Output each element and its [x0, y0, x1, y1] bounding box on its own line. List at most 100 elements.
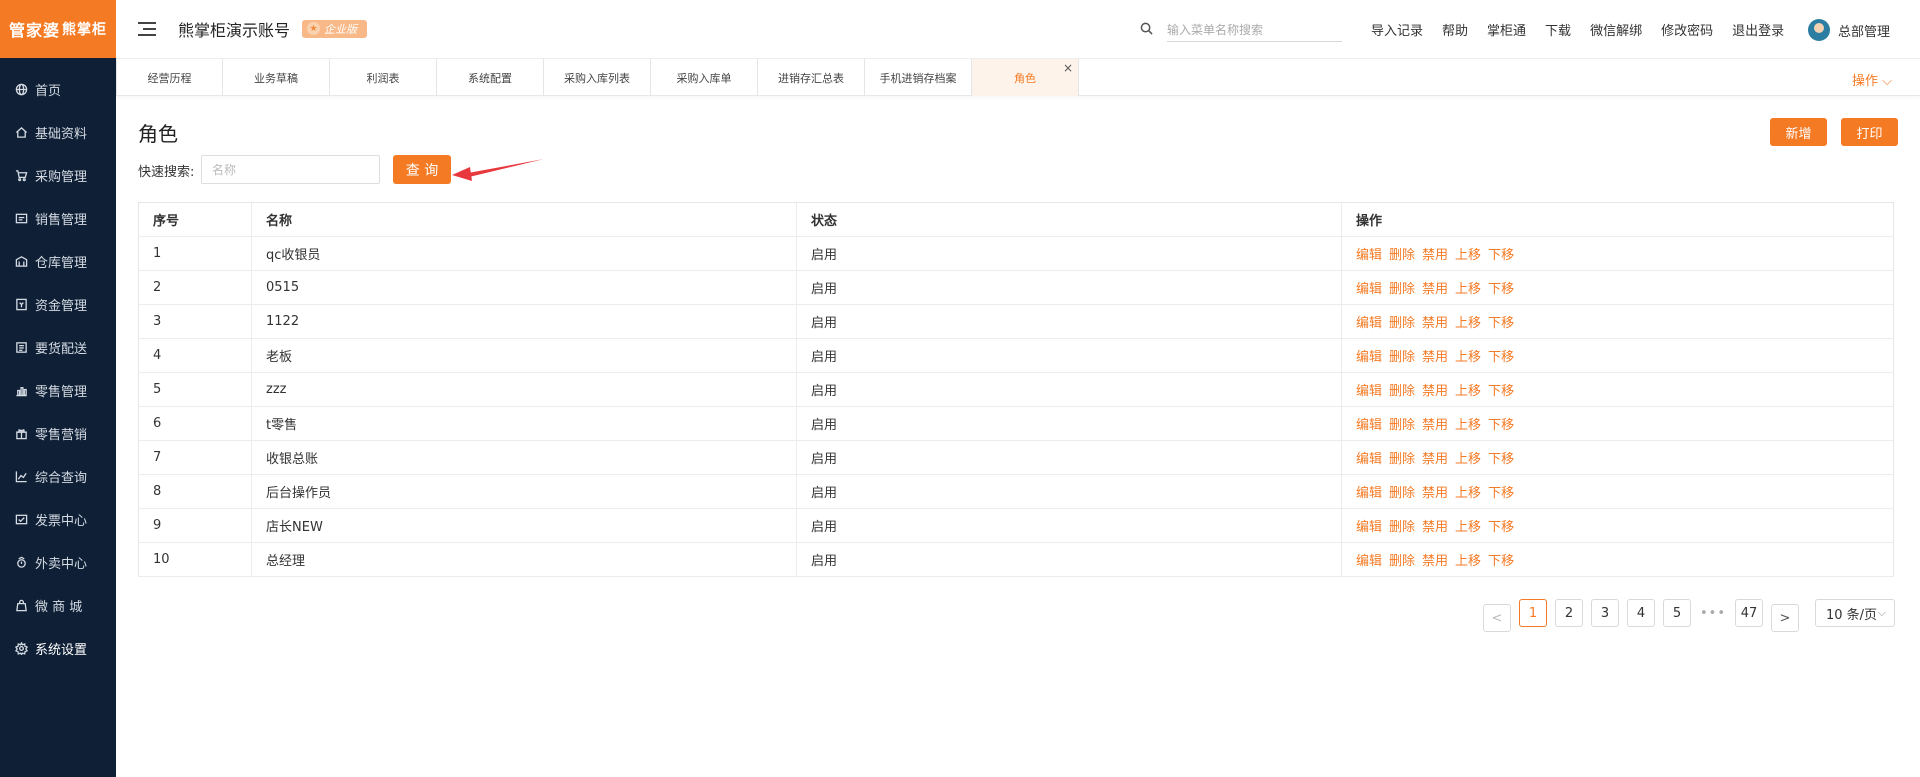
query-button[interactable]: 查 询: [393, 155, 451, 184]
disable-link[interactable]: 禁用: [1422, 452, 1448, 467]
edit-link[interactable]: 编辑: [1356, 248, 1382, 263]
delete-link[interactable]: 删除: [1389, 384, 1415, 399]
tab-1[interactable]: 经营历程: [116, 59, 223, 96]
tab-3[interactable]: 利润表: [330, 59, 437, 96]
sidebar-item-11[interactable]: 发票中心: [0, 498, 116, 541]
edit-link[interactable]: 编辑: [1356, 384, 1382, 399]
sidebar-item-3[interactable]: 采购管理: [0, 154, 116, 197]
delete-link[interactable]: 删除: [1389, 418, 1415, 433]
sidebar-item-6[interactable]: 资金管理: [0, 283, 116, 326]
search-icon[interactable]: [1140, 22, 1153, 39]
page-button-2[interactable]: 2: [1555, 599, 1583, 627]
avatar[interactable]: [1807, 19, 1830, 41]
next-page-button[interactable]: >: [1771, 604, 1799, 632]
close-icon[interactable]: ×: [1063, 61, 1073, 75]
move-down-link[interactable]: 下移: [1488, 350, 1514, 365]
move-up-link[interactable]: 上移: [1455, 452, 1481, 467]
menu-search-input[interactable]: [1167, 18, 1342, 42]
move-down-link[interactable]: 下移: [1488, 384, 1514, 399]
tab-6[interactable]: 采购入库单: [651, 59, 758, 96]
move-down-link[interactable]: 下移: [1488, 486, 1514, 501]
prev-page-button[interactable]: <: [1483, 604, 1511, 632]
delete-link[interactable]: 删除: [1389, 486, 1415, 501]
disable-link[interactable]: 禁用: [1422, 282, 1448, 297]
disable-link[interactable]: 禁用: [1422, 350, 1448, 365]
sidebar-item-9[interactable]: 零售营销: [0, 412, 116, 455]
page-button-5[interactable]: 5: [1663, 599, 1691, 627]
move-up-link[interactable]: 上移: [1455, 486, 1481, 501]
disable-link[interactable]: 禁用: [1422, 520, 1448, 535]
move-up-link[interactable]: 上移: [1455, 316, 1481, 331]
move-up-link[interactable]: 上移: [1455, 554, 1481, 569]
edit-link[interactable]: 编辑: [1356, 350, 1382, 365]
move-down-link[interactable]: 下移: [1488, 282, 1514, 297]
edit-link[interactable]: 编辑: [1356, 486, 1382, 501]
page-button-3[interactable]: 3: [1591, 599, 1619, 627]
delete-link[interactable]: 删除: [1389, 316, 1415, 331]
tab-9[interactable]: 角色 ×: [972, 59, 1079, 96]
move-up-link[interactable]: 上移: [1455, 282, 1481, 297]
edit-link[interactable]: 编辑: [1356, 520, 1382, 535]
sidebar-item-5[interactable]: 仓库管理: [0, 240, 116, 283]
disable-link[interactable]: 禁用: [1422, 316, 1448, 331]
delete-link[interactable]: 删除: [1389, 452, 1415, 467]
header-link-3[interactable]: 掌柜通: [1487, 20, 1526, 39]
header-link-1[interactable]: 导入记录: [1371, 20, 1423, 39]
tab-4[interactable]: 系统配置: [437, 59, 544, 96]
move-up-link[interactable]: 上移: [1455, 520, 1481, 535]
delete-link[interactable]: 删除: [1389, 282, 1415, 297]
sidebar-item-12[interactable]: 外卖中心: [0, 541, 116, 584]
move-up-link[interactable]: 上移: [1455, 248, 1481, 263]
sidebar-item-14[interactable]: 系统设置: [0, 627, 116, 670]
move-up-link[interactable]: 上移: [1455, 350, 1481, 365]
sidebar-item-1[interactable]: 首页: [0, 68, 116, 111]
move-down-link[interactable]: 下移: [1488, 452, 1514, 467]
page-size-select[interactable]: 10 条/页 ⌵: [1815, 599, 1895, 627]
header-link-4[interactable]: 下载: [1545, 20, 1571, 39]
page-button-4[interactable]: 4: [1627, 599, 1655, 627]
user-menu[interactable]: 总部管理: [1807, 19, 1890, 41]
sidebar-item-13[interactable]: 微 商 城: [0, 584, 116, 627]
delete-link[interactable]: 删除: [1389, 554, 1415, 569]
quick-search-input[interactable]: [201, 155, 380, 184]
delete-link[interactable]: 删除: [1389, 520, 1415, 535]
move-down-link[interactable]: 下移: [1488, 554, 1514, 569]
menu-toggle-icon[interactable]: [138, 22, 156, 36]
header-link-2[interactable]: 帮助: [1442, 20, 1468, 39]
disable-link[interactable]: 禁用: [1422, 418, 1448, 433]
sidebar-item-10[interactable]: 综合查询: [0, 455, 116, 498]
brand-logo[interactable]: 管家婆 熊掌柜: [0, 0, 116, 58]
move-down-link[interactable]: 下移: [1488, 418, 1514, 433]
disable-link[interactable]: 禁用: [1422, 384, 1448, 399]
edit-link[interactable]: 编辑: [1356, 282, 1382, 297]
page-ellipsis[interactable]: •••: [1699, 606, 1727, 621]
sidebar-item-8[interactable]: 零售管理: [0, 369, 116, 412]
move-down-link[interactable]: 下移: [1488, 316, 1514, 331]
tab-2[interactable]: 业务草稿: [223, 59, 330, 96]
delete-link[interactable]: 删除: [1389, 248, 1415, 263]
sidebar-item-7[interactable]: 要货配送: [0, 326, 116, 369]
header-link-7[interactable]: 退出登录: [1732, 20, 1784, 39]
page-button-1[interactable]: 1: [1519, 599, 1547, 627]
move-up-link[interactable]: 上移: [1455, 384, 1481, 399]
sidebar-item-2[interactable]: 基础资料: [0, 111, 116, 154]
tab-8[interactable]: 手机进销存档案: [865, 59, 972, 96]
disable-link[interactable]: 禁用: [1422, 554, 1448, 569]
tab-5[interactable]: 采购入库列表: [544, 59, 651, 96]
add-button[interactable]: 新增: [1770, 118, 1827, 146]
header-link-5[interactable]: 微信解绑: [1590, 20, 1642, 39]
page-button-last[interactable]: 47: [1735, 599, 1763, 627]
edit-link[interactable]: 编辑: [1356, 554, 1382, 569]
edit-link[interactable]: 编辑: [1356, 418, 1382, 433]
tab-7[interactable]: 进销存汇总表: [758, 59, 865, 96]
tabs-operations-button[interactable]: 操作 ⌵: [1852, 70, 1892, 89]
print-button[interactable]: 打印: [1841, 118, 1898, 146]
sidebar-item-4[interactable]: 销售管理: [0, 197, 116, 240]
move-down-link[interactable]: 下移: [1488, 520, 1514, 535]
edit-link[interactable]: 编辑: [1356, 316, 1382, 331]
move-up-link[interactable]: 上移: [1455, 418, 1481, 433]
disable-link[interactable]: 禁用: [1422, 486, 1448, 501]
delete-link[interactable]: 删除: [1389, 350, 1415, 365]
move-down-link[interactable]: 下移: [1488, 248, 1514, 263]
disable-link[interactable]: 禁用: [1422, 248, 1448, 263]
